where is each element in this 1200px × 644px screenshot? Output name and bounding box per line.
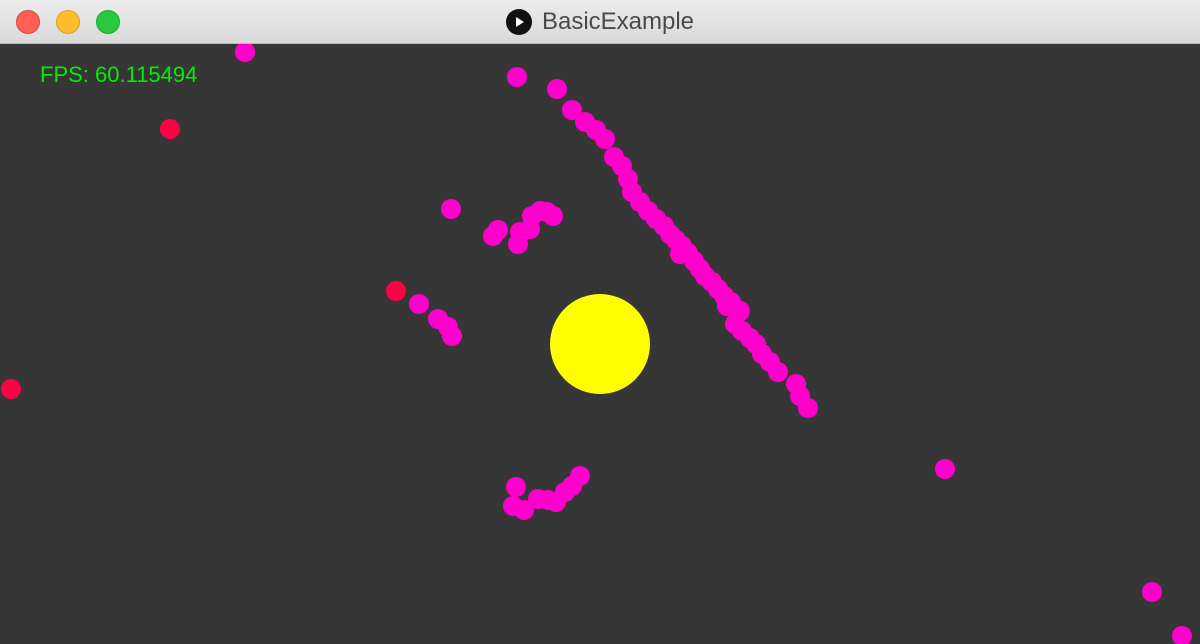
pink-particle	[488, 220, 508, 240]
pink-particle	[235, 44, 255, 62]
pink-particle	[409, 294, 429, 314]
title-bar[interactable]: BasicExample	[0, 0, 1200, 44]
game-canvas[interactable]: FPS: 60.115494	[0, 44, 1200, 644]
red-particle	[1, 379, 21, 399]
pink-particle	[570, 466, 590, 486]
attractor-circle	[550, 294, 650, 394]
title-group: BasicExample	[0, 0, 1200, 44]
fps-counter: FPS: 60.115494	[40, 62, 198, 87]
window-title: BasicExample	[541, 8, 695, 35]
particle-scene	[1, 44, 1192, 644]
pink-particle	[595, 129, 615, 149]
pink-particle	[768, 362, 788, 382]
pink-particle	[1142, 582, 1162, 602]
pink-particle	[547, 79, 567, 99]
pink-particle	[1172, 626, 1192, 644]
red-particle	[160, 119, 180, 139]
play-icon	[505, 9, 532, 35]
pink-particle	[798, 398, 818, 418]
pink-particle	[442, 326, 462, 346]
red-particle	[386, 281, 406, 301]
pink-particle	[506, 477, 526, 497]
pink-particle	[935, 459, 955, 479]
pink-particle	[507, 67, 527, 87]
pink-particle	[441, 199, 461, 219]
app-window: BasicExample FPS: 60.115494	[0, 0, 1200, 644]
pink-particle	[717, 296, 737, 316]
pink-particle	[543, 206, 563, 226]
